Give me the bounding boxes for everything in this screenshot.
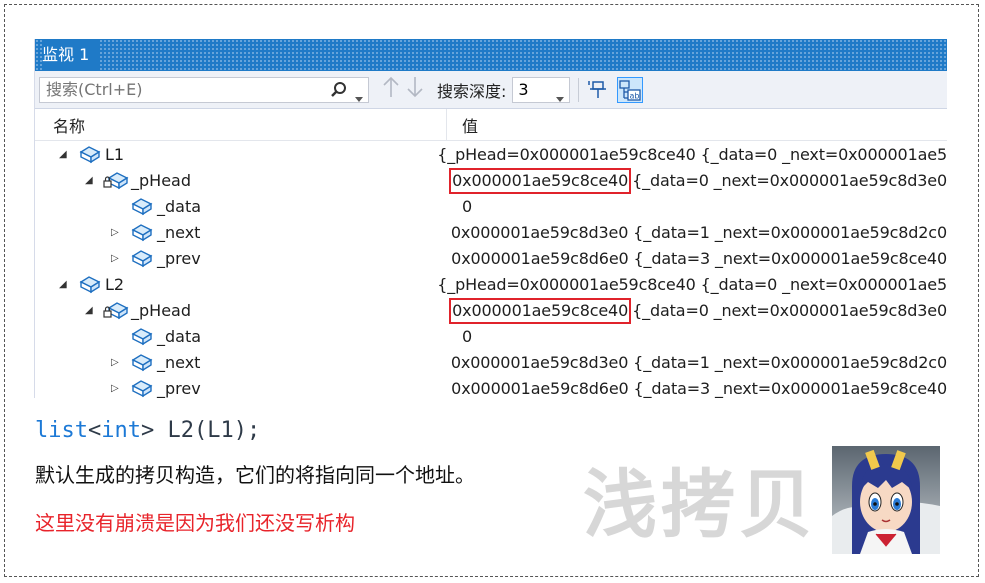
row-name: _data <box>157 196 202 216</box>
row-value: 0x000001ae59c8d3e0 {_data=1 _next=0x0000… <box>451 223 947 242</box>
private-member-icon <box>103 170 129 194</box>
watch-toolbar: 搜索深度: 3 ab <box>35 71 947 109</box>
row-value: 0 <box>462 197 472 216</box>
expand-triangle-icon[interactable]: ▷ <box>111 357 119 368</box>
field-icon <box>131 222 153 246</box>
watch-row-l2[interactable]: ◢ L2 {_pHead=0x000001ae59c8ce40 {_data=0… <box>35 271 947 297</box>
value-main: 0 <box>462 326 473 346</box>
row-name: _next <box>157 222 201 242</box>
expand-triangle-icon[interactable]: ▷ <box>111 383 119 394</box>
search-box[interactable] <box>39 76 369 106</box>
row-name: L1 <box>105 144 125 164</box>
code-line: list<int> L2(L1); <box>35 418 260 443</box>
watch-row-l2-data[interactable]: _data 0 <box>35 323 947 349</box>
value-rest: {_data=3 _next=0x000001ae59c8ce40 <box>628 248 947 268</box>
row-name: _prev <box>157 378 201 398</box>
watch-row-l2-phead[interactable]: ◢ _pHead 0x000001ae59c8ce40 {_data=0 _nex… <box>35 297 947 324</box>
collapse-triangle-icon[interactable]: ◢ <box>85 175 93 186</box>
highlighted-address: 0x000001ae59c8ce40 <box>449 167 632 194</box>
watch-row-l1-data[interactable]: _data 0 <box>35 193 947 219</box>
search-depth-value: 3 <box>518 80 529 99</box>
watch-row-l2-next[interactable]: ▷ _next 0x000001ae59c8d3e0 {_data=1 _nex… <box>35 349 947 375</box>
code-keyword-int: int <box>101 418 141 443</box>
chevron-down-icon <box>556 87 565 106</box>
watch-column-header: 名称 值 <box>35 109 947 141</box>
value-main: 0x000001ae59c8d6e0 <box>451 248 629 268</box>
row-value: {_pHead=0x000001ae59c8ce40 {_data=0 _nex… <box>437 145 947 164</box>
search-depth-select[interactable]: 3 <box>512 76 571 106</box>
value-main: 0x000001ae59c8d3e0 <box>450 352 629 372</box>
note-line-1: 默认生成的拷贝构造，它们的将指向同一个地址。 <box>35 463 475 487</box>
watch-row-l1[interactable]: ◢ L1 {_pHead=0x000001ae59c8ce40 {_data=0… <box>35 141 947 167</box>
row-value: 0x000001ae59c8ce40 {_data=0 _next=0x00000… <box>449 167 947 194</box>
value-column-header[interactable]: 值 <box>447 113 478 137</box>
toolbar-divider <box>578 77 580 102</box>
value-rest: {_data=0 _next=0x000001ae5 <box>695 274 947 294</box>
watch-row-l1-phead[interactable]: ◢ _pHead 0x000001ae59c8ce40 {_data=0 _nex… <box>35 167 947 194</box>
note-line-2: 这里没有崩溃是因为我们还没写析构 <box>35 511 355 535</box>
row-name: _next <box>157 352 201 372</box>
search-input[interactable] <box>40 79 328 100</box>
anime-character-image <box>832 446 940 554</box>
value-main: {_pHead=0x000001ae59c8ce40 <box>437 274 696 294</box>
svg-text:ab: ab <box>630 91 640 100</box>
value-main: 0 <box>462 196 473 216</box>
chevron-down-icon[interactable] <box>355 87 363 106</box>
row-value: 0x000001ae59c8ce40 {_data=0 _next=0x00000… <box>449 297 947 324</box>
collapse-triangle-icon[interactable]: ◢ <box>59 149 67 160</box>
value-rest: {_data=0 _next=0x000001ae59c8d3e0 <box>632 170 947 190</box>
field-icon <box>131 248 153 272</box>
watch-row-l2-prev[interactable]: ▷ _prev 0x000001ae59c8d6e0 {_data=3 _nex… <box>35 375 947 398</box>
value-rest: {_data=1 _next=0x000001ae59c8d2c0 <box>628 352 947 372</box>
row-name: L2 <box>105 274 125 294</box>
arrow-down-icon[interactable] <box>407 76 423 103</box>
value-main: {_pHead=0x000001ae59c8ce40 <box>437 144 696 164</box>
field-icon <box>131 326 153 350</box>
row-value: 0x000001ae59c8d6e0 {_data=3 _next=0x0000… <box>451 249 947 268</box>
value-rest: {_data=0 _next=0x000001ae5 <box>695 144 947 164</box>
search-depth-label: 搜索深度: <box>437 81 507 101</box>
watch-title: 监视 1 <box>42 39 100 71</box>
row-value: 0 <box>462 327 472 346</box>
field-icon <box>131 378 153 398</box>
arrow-up-icon[interactable] <box>383 76 399 103</box>
pin-icon[interactable] <box>585 77 611 103</box>
row-name: _data <box>157 326 202 346</box>
value-rest: {_data=3 _next=0x000001ae59c8ce40 <box>628 378 947 398</box>
watch-window: 监视 1 搜索深度: 3 ab <box>34 39 947 398</box>
code-angle-open: < <box>87 418 102 443</box>
name-column-header[interactable]: 名称 <box>35 109 447 140</box>
expand-triangle-icon[interactable]: ▷ <box>111 227 119 238</box>
hex-display-icon[interactable]: ab <box>617 76 644 103</box>
row-name: _prev <box>157 248 201 268</box>
value-rest: {_data=1 _next=0x000001ae59c8d2c0 <box>628 222 947 242</box>
private-member-icon <box>103 300 129 324</box>
code-keyword-list: list <box>35 418 88 443</box>
watch-row-l1-prev[interactable]: ▷ _prev 0x000001ae59c8d6e0 {_data=3 _nex… <box>35 245 947 271</box>
watermark-text: 浅拷贝 <box>583 462 817 548</box>
row-name: _pHead <box>131 170 191 190</box>
code-rest: > L2(L1); <box>140 418 261 443</box>
expand-triangle-icon[interactable]: ▷ <box>111 253 119 264</box>
object-icon <box>79 144 101 168</box>
search-icon[interactable] <box>330 81 348 103</box>
watch-titlebar[interactable]: 监视 1 <box>35 39 947 71</box>
field-icon <box>131 352 153 376</box>
row-name: _pHead <box>131 300 191 320</box>
name-column-label: 名称 <box>53 116 86 136</box>
object-icon <box>79 274 101 298</box>
field-icon <box>131 196 153 220</box>
value-main: 0x000001ae59c8d3e0 <box>450 222 629 242</box>
watch-row-l1-next[interactable]: ▷ _next 0x000001ae59c8d3e0 {_data=1 _nex… <box>35 219 947 245</box>
value-column-label: 值 <box>462 116 479 136</box>
collapse-triangle-icon[interactable]: ◢ <box>59 279 67 290</box>
value-main: 0x000001ae59c8d6e0 <box>451 378 629 398</box>
value-rest: {_data=0 _next=0x000001ae59c8d3e0 <box>632 300 947 320</box>
collapse-triangle-icon[interactable]: ◢ <box>85 305 93 316</box>
row-value: 0x000001ae59c8d6e0 {_data=3 _next=0x0000… <box>451 379 947 398</box>
row-value: 0x000001ae59c8d3e0 {_data=1 _next=0x0000… <box>451 353 947 372</box>
row-value: {_pHead=0x000001ae59c8ce40 {_data=0 _nex… <box>437 275 947 294</box>
highlighted-address: 0x000001ae59c8ce40 <box>449 297 632 324</box>
